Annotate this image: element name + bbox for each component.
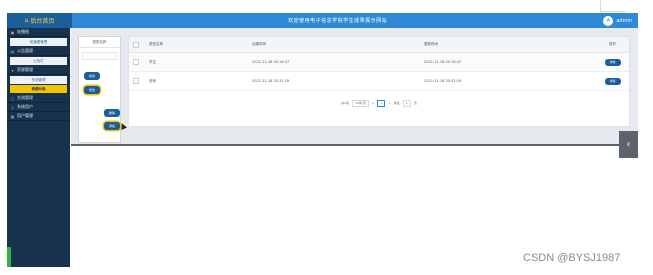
add-button[interactable]: 添加 [104, 122, 120, 130]
column-header-name[interactable]: 类型名称 [143, 42, 252, 47]
cell-updated: 2022-11-18 20:16:47 [424, 60, 462, 64]
detail-button[interactable]: 详情 [604, 77, 621, 85]
row-checkbox[interactable] [129, 59, 143, 65]
tree-header: 类型名称 [79, 37, 120, 48]
home-link[interactable]: ⌂ 后台首页 [7, 13, 72, 28]
table-header: 类型名称 创建时间 更新时间 操作 [129, 37, 629, 53]
sidebar-item-carousel[interactable]: ▣ 轮播图 [7, 28, 70, 37]
edit-button[interactable]: 修改 [84, 86, 100, 94]
select-all-checkbox[interactable] [129, 41, 143, 48]
table-row[interactable]: 老师 2022-11-18 20:31:29 2022-11-18 20:31:… [129, 72, 629, 91]
sidebar-item-label: 公告管理 [17, 48, 33, 53]
column-header-updated[interactable]: 更新时间 [424, 42, 596, 47]
folder-icon: ▾ [11, 67, 14, 73]
goto-label: 前往 [393, 101, 400, 105]
cell-name: 学生 [149, 59, 156, 64]
table-row[interactable]: 学生 2022-11-18 20:16:47 2022-11-18 20:16:… [129, 53, 629, 72]
tree-search-input[interactable] [82, 52, 117, 60]
sidebar: ▣ 轮播图 轮播图管理 ▤ 公告管理 公告栏 ▾ 资源管理 作品管理 资源分类 … [7, 28, 70, 267]
site-title: 欢迎使用电子信息学院学生成果展示网站 [288, 18, 388, 24]
sidebar-item-system-users[interactable]: ♙ 系统用户 [7, 103, 70, 112]
prev-page-button[interactable]: < [372, 101, 375, 105]
avatar: A [603, 15, 614, 26]
cell-created: 2022-11-18 20:16:47 [252, 60, 290, 64]
column-header-created[interactable]: 创建时间 [252, 42, 424, 47]
cell-updated: 2022-11-18 20:31:29 [424, 79, 462, 83]
user-menu[interactable]: A admin [603, 15, 638, 26]
home-icon: ⌂ [24, 17, 29, 24]
notice-icon: ▤ [10, 48, 15, 54]
chevron-left-icon: ‹ [626, 139, 631, 150]
row-checkbox[interactable] [129, 78, 143, 84]
sidebar-item-notice[interactable]: ▤ 公告管理 [7, 47, 70, 56]
sidebar-item-label: 交流管理 [17, 95, 33, 100]
pagination: 共2条 10条/页 < 1 > 前往 1 页 [129, 99, 629, 107]
sidebar-item-resources[interactable]: ▾ 资源管理 [7, 66, 70, 75]
cell-created: 2022-11-18 20:31:29 [252, 79, 290, 83]
sidebar-subitem-resource-category[interactable]: 资源分类 [10, 85, 67, 93]
page-number[interactable]: 1 [377, 99, 386, 107]
detail-button[interactable]: 详情 [604, 58, 621, 66]
next-page-button[interactable]: > [388, 101, 391, 105]
sidebar-accent-strip [7, 247, 11, 267]
image-icon: ▣ [10, 29, 15, 35]
username: admin [616, 17, 632, 24]
sidebar-item-label: 轮播图 [17, 29, 29, 34]
top-bar: ⌂ 后台首页 欢迎使用电子信息学院学生成果展示网站 A admin [7, 13, 638, 28]
collapse-tab[interactable]: ‹ [619, 131, 638, 158]
page-size-select[interactable]: 10条/页 [352, 99, 369, 107]
chat-icon: ▢ [10, 95, 15, 101]
sidebar-subitem-works[interactable]: 作品管理 [10, 76, 67, 84]
sidebar-item-label: 资源管理 [17, 67, 33, 72]
goto-suffix: 页 [413, 101, 417, 105]
sidebar-item-label: 系统用户 [17, 104, 33, 109]
sidebar-item-label: 用户管理 [17, 113, 33, 118]
new-button[interactable]: 新建 [84, 72, 100, 80]
column-header-actions: 操作 [609, 42, 616, 46]
total-count: 共2条 [341, 101, 350, 105]
users-icon: ▦ [10, 113, 15, 119]
user-icon: ♙ [10, 104, 15, 110]
sidebar-item-exchange[interactable]: ▢ 交流管理 [7, 94, 70, 103]
sidebar-subitem-notice-board[interactable]: 公告栏 [10, 57, 67, 65]
delete-button[interactable]: 删除 [104, 109, 120, 117]
goto-page-input[interactable]: 1 [402, 99, 411, 107]
main-content: 类型名称 新建 修改 删除 添加 类型名称 创建时间 更新时间 操作 学生 20… [71, 28, 638, 146]
sidebar-item-user-manage[interactable]: ▦ 用户管理 [7, 112, 70, 121]
category-table: 类型名称 创建时间 更新时间 操作 学生 2022-11-18 20:16:47… [128, 36, 630, 127]
home-label: 后台首页 [30, 18, 55, 25]
watermark: CSDN @BYSJ1987 [523, 252, 621, 264]
cell-name: 老师 [149, 78, 156, 83]
window-frame [0, 0, 653, 13]
sidebar-subitem-carousel-manage[interactable]: 轮播图管理 [10, 38, 67, 46]
frame-divider [600, 11, 626, 12]
